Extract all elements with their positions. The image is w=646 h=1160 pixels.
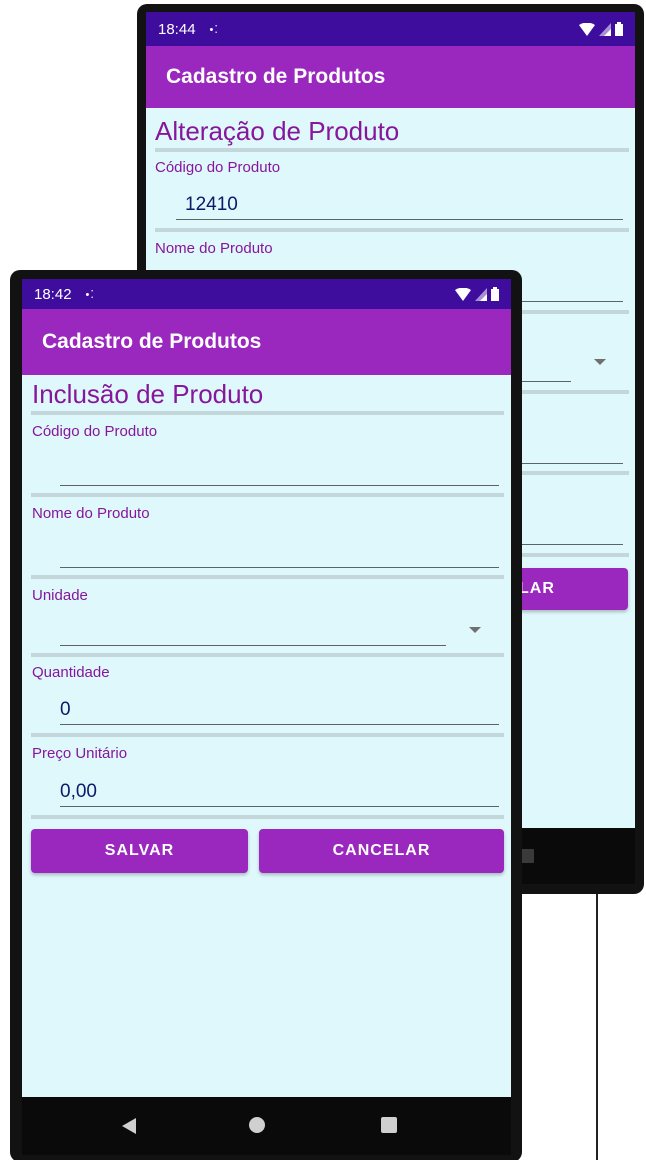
recents-icon[interactable] bbox=[520, 849, 534, 863]
app-bar: Cadastro de Produtos bbox=[22, 309, 511, 375]
unidade-label: Unidade bbox=[32, 587, 88, 604]
signal-icon bbox=[599, 22, 611, 36]
divider-line bbox=[596, 890, 598, 1160]
unidade-select[interactable] bbox=[60, 620, 446, 644]
separator bbox=[31, 653, 504, 657]
status-time: 18:44 bbox=[158, 20, 196, 38]
battery-icon bbox=[615, 22, 623, 36]
battery-icon bbox=[491, 287, 499, 301]
system-icons bbox=[579, 12, 623, 46]
cancel-button[interactable]: CANCELAR bbox=[259, 829, 504, 873]
form-title: Inclusão de Produto bbox=[32, 379, 264, 409]
wifi-icon bbox=[579, 22, 595, 36]
chevron-down-icon[interactable] bbox=[594, 359, 606, 365]
wifi-icon bbox=[455, 287, 471, 301]
recents-icon[interactable] bbox=[381, 1117, 397, 1133]
canvas: 18:44 •⁚ Cadastro de Produtos Alteração … bbox=[0, 0, 646, 1160]
home-icon[interactable] bbox=[249, 1117, 265, 1133]
unidade-underline bbox=[60, 645, 446, 646]
form-title: Alteração de Produto bbox=[155, 116, 400, 146]
form-content: Inclusão de Produto Código do Produto No… bbox=[22, 375, 511, 1097]
save-button[interactable]: SALVAR bbox=[31, 829, 248, 873]
notification-icon: •⁚ bbox=[209, 23, 219, 36]
system-icons bbox=[455, 279, 499, 309]
separator bbox=[31, 411, 504, 415]
codigo-underline bbox=[60, 485, 499, 486]
status-bar: 18:44 •⁚ bbox=[146, 12, 635, 46]
quantidade-label: Quantidade bbox=[32, 664, 110, 681]
separator bbox=[31, 493, 504, 497]
status-bar: 18:42 •⁚ bbox=[22, 279, 511, 309]
nome-label: Nome do Produto bbox=[155, 240, 273, 257]
app-title: Cadastro de Produtos bbox=[42, 330, 262, 353]
separator bbox=[31, 733, 504, 737]
codigo-input[interactable]: 12410 bbox=[185, 194, 238, 216]
preco-input[interactable]: 0,00 bbox=[60, 781, 97, 803]
status-time: 18:42 bbox=[34, 285, 72, 303]
separator bbox=[155, 228, 629, 232]
cancel-button-label: LAR bbox=[519, 580, 555, 597]
preco-underline bbox=[60, 806, 499, 807]
nome-label: Nome do Produto bbox=[32, 505, 150, 522]
app-bar: Cadastro de Produtos bbox=[146, 46, 635, 108]
back-icon[interactable] bbox=[122, 1118, 136, 1134]
notification-icon: •⁚ bbox=[85, 288, 95, 301]
codigo-underline bbox=[176, 219, 623, 220]
nome-underline bbox=[60, 567, 499, 568]
phone-front: 18:42 •⁚ Cadastro de Produtos Inclusão d… bbox=[10, 270, 522, 1160]
codigo-label: Código do Produto bbox=[155, 159, 281, 176]
signal-icon bbox=[475, 287, 487, 301]
separator bbox=[31, 575, 504, 579]
nav-bar bbox=[22, 1097, 511, 1155]
codigo-input[interactable] bbox=[60, 460, 498, 484]
quantidade-input[interactable]: 0 bbox=[60, 699, 71, 721]
app-title: Cadastro de Produtos bbox=[166, 65, 386, 88]
quantidade-underline bbox=[60, 724, 499, 725]
chevron-down-icon[interactable] bbox=[469, 627, 481, 633]
separator bbox=[155, 148, 629, 152]
separator bbox=[31, 815, 504, 819]
codigo-label: Código do Produto bbox=[32, 423, 158, 440]
nome-input[interactable] bbox=[60, 542, 498, 566]
preco-label: Preço Unitário bbox=[32, 745, 128, 762]
